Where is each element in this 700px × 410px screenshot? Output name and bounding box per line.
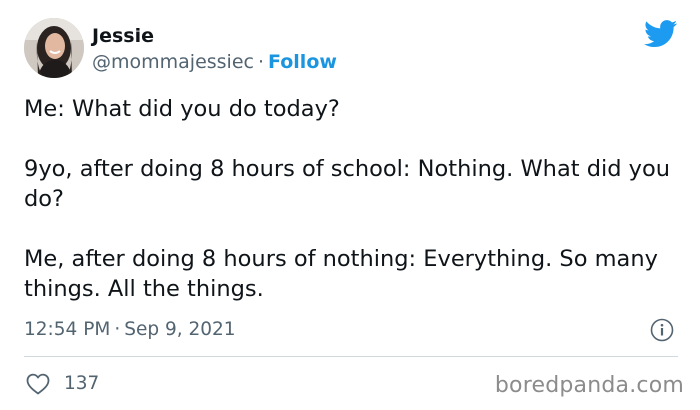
follow-button[interactable]: Follow bbox=[268, 51, 337, 73]
tweet-paragraph-3: Me, after doing 8 hours of nothing: Ever… bbox=[24, 246, 658, 302]
like-count[interactable]: 137 bbox=[64, 372, 99, 396]
tweet-paragraph-2: 9yo, after doing 8 hours of school: Noth… bbox=[24, 156, 671, 212]
tweet-timestamp[interactable]: 12:54 PM · Sep 9, 2021 bbox=[24, 318, 236, 342]
divider bbox=[24, 356, 678, 357]
author-handle-row: @mommajessiec · Follow bbox=[92, 50, 337, 74]
tweet-date: Sep 9, 2021 bbox=[124, 319, 236, 340]
author-name[interactable]: Jessie bbox=[92, 24, 154, 48]
info-icon[interactable] bbox=[650, 318, 674, 342]
tweet-card: Jessie @mommajessiec · Follow Me: What did… bbox=[0, 0, 700, 410]
handle-separator: · bbox=[257, 51, 265, 73]
tweet-text: Me: What did you do today? 9yo, after do… bbox=[24, 94, 674, 334]
tweet-time: 12:54 PM bbox=[24, 319, 111, 340]
timestamp-separator: · bbox=[114, 319, 121, 340]
heart-icon[interactable] bbox=[26, 373, 50, 395]
watermark: boredpanda.com bbox=[494, 373, 684, 398]
twitter-bird-icon[interactable] bbox=[644, 20, 678, 48]
avatar[interactable] bbox=[24, 18, 84, 78]
tweet-paragraph-1: Me: What did you do today? bbox=[24, 96, 340, 122]
author-handle[interactable]: @mommajessiec bbox=[92, 51, 254, 73]
profile-photo-icon bbox=[24, 18, 84, 78]
